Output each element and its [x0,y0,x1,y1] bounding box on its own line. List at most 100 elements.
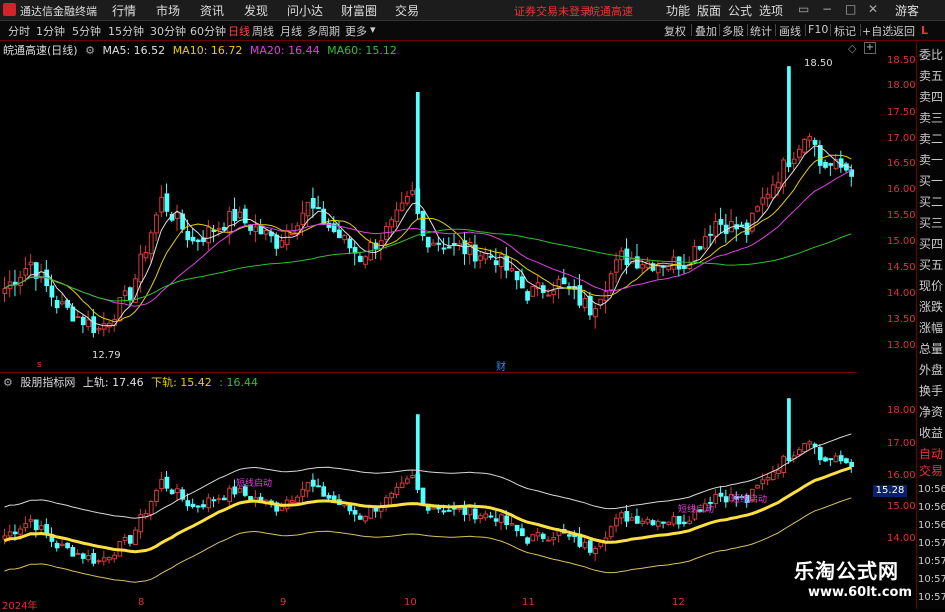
candle-body [718,219,724,225]
side-item[interactable]: 卖一 [919,151,943,168]
side-item[interactable]: 买二 [919,193,943,210]
back-button[interactable]: 返回 [893,23,915,39]
candle-body [582,298,588,309]
event-s-marker[interactable]: s [37,360,42,370]
side-item[interactable]: 交易 [919,462,943,479]
candle-body [154,214,159,234]
menu-market-overview[interactable]: 市场 [156,2,180,19]
candle-body [159,196,165,213]
side-item[interactable]: 卖二 [919,130,943,147]
toolbar-divider [747,24,748,36]
candle-body [363,515,368,522]
candle-body [389,492,395,499]
candle-body [817,446,823,461]
chart-zoom-icon[interactable]: + [864,42,876,54]
side-item[interactable]: 换手 [919,382,943,399]
candle-body [551,537,557,541]
main-chart-legend: 皖通高速(日线) ⚙ MA5: 16.52 MA10: 16.72 MA20: … [3,42,401,57]
side-item[interactable]: 现价 [919,277,943,294]
tab-multi-period[interactable]: 多周期 [307,23,340,39]
menu-discover[interactable]: 发现 [244,2,268,19]
side-item[interactable]: 买四 [919,235,943,252]
menu-function[interactable]: 功能 [666,2,690,19]
side-item[interactable]: 净资 [919,403,943,420]
overlay-button[interactable]: 叠加 [695,23,717,39]
sub-indicator-chart[interactable] [0,388,857,596]
candle-body [373,507,379,512]
tab-monthly[interactable]: 月线 [280,23,302,39]
candle-body [514,270,520,281]
menu-ask[interactable]: 问小达 [287,2,323,19]
multi-stock-button[interactable]: 多股 [722,23,744,39]
candle-body [472,508,478,520]
candle-body [206,226,212,244]
candle-body [357,255,363,262]
candle-body [478,255,483,261]
draw-line-button[interactable]: 画线 [779,23,801,39]
statistics-button[interactable]: 统计 [750,23,772,39]
finance-event-marker[interactable]: 财 [496,358,506,373]
candle-body [80,553,86,559]
tab-more[interactable]: 更多 [345,23,367,39]
tab-5min[interactable]: 5分钟 [72,23,101,39]
more-dropdown-icon[interactable]: ▾ [370,23,376,36]
side-item[interactable]: 卖四 [919,88,943,105]
candle-body [661,521,666,524]
candle-body [770,471,776,481]
user-label[interactable]: 游客 [895,2,919,19]
restore-icon[interactable]: − [822,2,832,16]
side-item[interactable]: 买三 [919,214,943,231]
side-item[interactable]: 总量 [919,340,943,357]
candle-body [483,513,489,519]
side-item[interactable]: 委比 [919,46,943,63]
rights-adjust-button[interactable]: 复权 [664,23,686,39]
toolbar-divider [830,24,831,36]
level-l-icon[interactable]: L [921,24,928,37]
tab-1min[interactable]: 1分钟 [36,23,65,39]
close-icon[interactable]: ✕ [868,2,878,16]
tab-weekly[interactable]: 周线 [252,23,274,39]
side-item[interactable]: 卖三 [919,109,943,126]
menu-wealth[interactable]: 财富圈 [341,2,377,19]
menu-options[interactable]: 选项 [759,2,783,19]
candle-body [838,455,844,462]
tab-60min[interactable]: 60分钟 [190,23,226,39]
candle-body [671,516,677,525]
side-item[interactable]: 涨跌 [919,298,943,315]
mark-button[interactable]: 标记 [834,23,856,39]
side-item[interactable]: 外盘 [919,361,943,378]
minimize-icon[interactable]: ▭ [798,2,809,16]
side-item[interactable]: 买一 [919,172,943,189]
candle-body [310,479,316,487]
menu-market[interactable]: 行情 [112,2,136,19]
tab-30min[interactable]: 30分钟 [150,23,186,39]
main-candlestick-chart[interactable] [0,56,857,358]
add-watchlist-button[interactable]: +自选 [862,23,893,39]
chart-diamond-icon[interactable]: ◇ [848,42,856,55]
toolbar-divider [775,24,776,36]
candle-body [828,163,834,166]
candle-body [310,197,316,209]
f10-button[interactable]: F10 [808,23,828,36]
tab-daily[interactable]: 日线 [228,23,250,39]
menu-trade[interactable]: 交易 [395,2,419,19]
date-tick: 12 [672,597,685,608]
menu-layout[interactable]: 版面 [697,2,721,19]
candle-body [7,531,13,537]
candle-body [608,273,614,291]
side-item[interactable]: 卖五 [919,67,943,84]
signal-label-3: 短线启动 [731,495,768,505]
candle-body [760,197,766,205]
side-item[interactable]: 自动 [919,445,943,462]
side-item[interactable]: 收益 [919,424,943,441]
tab-intraday[interactable]: 分时 [8,23,30,39]
menu-news[interactable]: 资讯 [200,2,224,19]
maximize-icon[interactable]: □ [845,2,856,16]
menu-formula[interactable]: 公式 [728,2,752,19]
login-warning[interactable]: 证券交易未登录 [514,3,591,19]
signal-label-1: 短线启动 [236,479,273,489]
side-item[interactable]: 涨幅 [919,319,943,336]
side-item[interactable]: 买五 [919,256,943,273]
tab-15min[interactable]: 15分钟 [108,23,144,39]
price-tick: 18.00 [887,80,916,91]
